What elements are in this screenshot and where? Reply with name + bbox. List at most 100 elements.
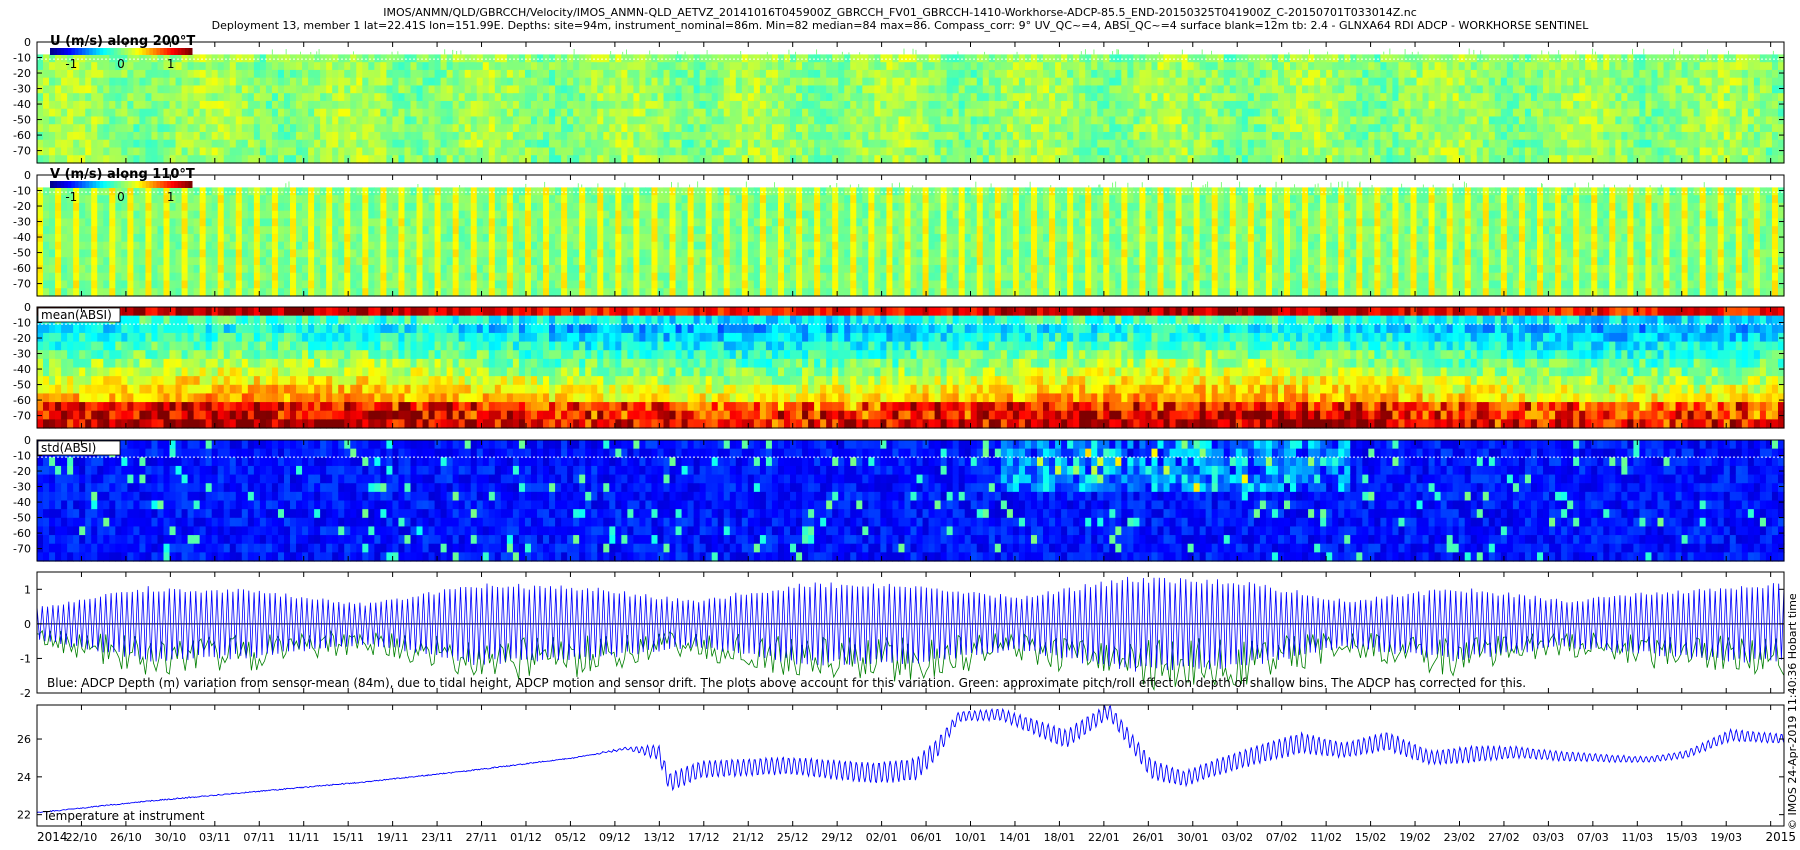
heatmap-cell [1362, 69, 1369, 79]
heatmap-cell [37, 264, 44, 274]
heatmap-cell [73, 210, 80, 220]
heatmap-cell [1488, 108, 1496, 118]
heatmap-cell [1103, 131, 1110, 141]
heatmap-cell [308, 139, 315, 149]
heatmap-cell [247, 108, 255, 118]
heatmap-cell [127, 202, 134, 212]
heatmap-cell [994, 131, 1002, 141]
heatmap-cell [127, 226, 134, 235]
heatmap-cell [681, 155, 689, 164]
heatmap-cell [1024, 100, 1032, 110]
heatmap-cell [1085, 147, 1092, 156]
heatmap-cell [1350, 93, 1357, 102]
heatmap-cell [1085, 155, 1092, 164]
heatmap-cell [934, 131, 942, 141]
heatmap-cell [717, 147, 725, 156]
heatmap-cell [1127, 93, 1134, 102]
heatmap-cell [1500, 139, 1508, 149]
heatmap-cell [988, 69, 996, 79]
heatmap-cell [145, 69, 153, 79]
heatmap-cell [1687, 69, 1695, 79]
heatmap-cell [940, 124, 948, 133]
heatmap-cell [302, 257, 309, 266]
heatmap-cell [85, 116, 92, 125]
heatmap-cell [1217, 108, 1225, 118]
heatmap-cell [326, 288, 333, 297]
heatmap-cell [1332, 139, 1339, 149]
heatmap-cell [73, 124, 80, 133]
heatmap-cell [55, 100, 62, 110]
heatmap-cell [1187, 139, 1195, 149]
heatmap-cell [1259, 131, 1267, 141]
heatmap-cell [217, 62, 225, 71]
heatmap-cell [169, 241, 177, 251]
heatmap-cell [1151, 108, 1159, 118]
heatmap-cell [1296, 108, 1303, 118]
heatmap-cell [832, 85, 839, 94]
heatmap-cell [669, 62, 677, 71]
heatmap-cell [711, 116, 719, 125]
heatmap-cell [175, 210, 183, 220]
heatmap-cell [247, 124, 255, 133]
heatmap-cell [1687, 77, 1695, 87]
heatmap-cell [699, 131, 707, 141]
heatmap-cell [265, 85, 273, 94]
heatmap-cell [759, 108, 767, 118]
heatmap-cell [296, 62, 303, 71]
heatmap-cell [651, 62, 659, 71]
heatmap-cell [283, 62, 291, 71]
heatmap-cell [1765, 139, 1773, 149]
heatmap-cell [43, 202, 50, 212]
heatmap-cell [1621, 116, 1628, 125]
heatmap-cell [1169, 108, 1177, 118]
heatmap-cell [832, 139, 839, 149]
heatmap-cell [494, 77, 502, 87]
heatmap-cell [591, 85, 598, 94]
heatmap-cell [302, 124, 309, 133]
heatmap-cell [627, 77, 634, 87]
heatmap-cell [157, 139, 165, 149]
heatmap-cell [1277, 85, 1285, 94]
heatmap-cell [1151, 85, 1159, 94]
heatmap-cell [79, 241, 86, 251]
heatmap-cell [1573, 155, 1580, 164]
heatmap-cell [1663, 77, 1671, 87]
heatmap-cell [988, 116, 996, 125]
heatmap-cell [1494, 108, 1502, 118]
heatmap-cell [326, 131, 333, 141]
heatmap-cell [1241, 62, 1249, 71]
heatmap-cell [326, 226, 333, 235]
heatmap-cell [1603, 69, 1610, 79]
heatmap-cell [452, 93, 460, 102]
heatmap-cell [253, 139, 261, 149]
heatmap-cell [235, 257, 243, 266]
heatmap-cell [1290, 85, 1297, 94]
heatmap-cell [181, 202, 189, 212]
heatmap-cell [199, 155, 207, 164]
heatmap-cell [1235, 116, 1243, 125]
heatmap-cell [386, 85, 394, 94]
heatmap-cell [898, 124, 906, 133]
y-tick-label: -40 [13, 98, 31, 111]
heatmap-cell [1609, 62, 1616, 71]
heatmap-cell [404, 85, 412, 94]
heatmap-cell [826, 131, 833, 141]
heatmap-cell [169, 257, 177, 266]
heatmap-cell [1006, 100, 1014, 110]
heatmap-cell [103, 100, 110, 110]
heatmap-cell [97, 272, 104, 282]
heatmap-cell [121, 100, 128, 110]
heatmap-cell [1314, 85, 1321, 94]
heatmap-cell [79, 147, 86, 156]
heatmap-cell [982, 108, 990, 118]
heatmap-cell [265, 108, 273, 118]
heatmap-cell [362, 108, 369, 118]
heatmap-cell [494, 62, 502, 71]
heatmap-cell [988, 108, 996, 118]
heatmap-cell [1061, 124, 1068, 133]
heatmap-cell [127, 100, 134, 110]
heatmap-cell [1422, 62, 1430, 71]
heatmap-cell [1012, 62, 1020, 71]
heatmap-cell [133, 272, 141, 282]
heatmap-cell [37, 195, 44, 204]
